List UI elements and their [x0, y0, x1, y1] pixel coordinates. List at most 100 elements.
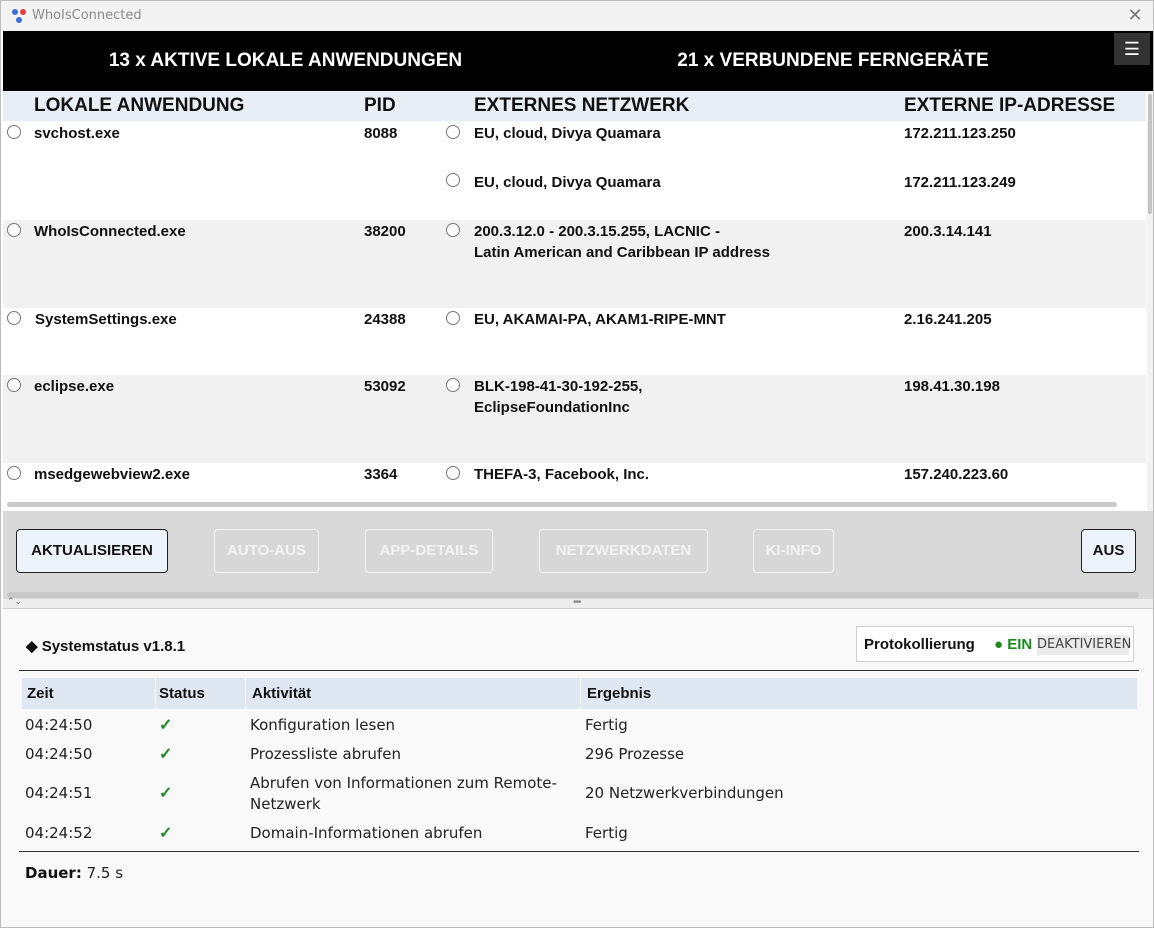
- app-details-button[interactable]: APP-DETAILS: [365, 529, 493, 573]
- external-ip: 172.211.123.249: [904, 174, 1016, 191]
- connection-select-radio[interactable]: [446, 466, 460, 480]
- table-row[interactable]: eclipse.exe 53092 BLK-198-41-30-192-255,…: [3, 375, 1146, 463]
- status-title: ◆ Systemstatus v1.8.1: [26, 638, 186, 655]
- pid: 3364: [364, 466, 398, 483]
- duration-value: 7.5 s: [86, 864, 124, 882]
- log-result: Fertig: [585, 824, 628, 842]
- external-network-line2: Latin American and Caribbean IP address: [474, 244, 770, 261]
- log-activity: Prozessliste abrufen: [250, 745, 401, 763]
- log-column-activity: Aktivität: [252, 685, 312, 702]
- connection-select-radio[interactable]: [446, 223, 460, 237]
- pid: 53092: [364, 378, 406, 395]
- column-header-network[interactable]: EXTERNES NETZWERK: [474, 95, 689, 117]
- logging-control: Protokollierung ● EIN DEAKTIVIEREN: [856, 626, 1134, 662]
- external-ip: 2.16.241.205: [904, 311, 992, 328]
- external-network: BLK-198-41-30-192-255,: [474, 378, 643, 395]
- app-name: WhoIsConnected.exe: [34, 223, 186, 240]
- horizontal-scrollbar[interactable]: [7, 502, 1117, 507]
- column-header-pid[interactable]: PID: [364, 95, 396, 117]
- log-column-time: Zeit: [27, 685, 54, 702]
- action-toolbar: AKTUALISIEREN AUTO-AUS APP-DETAILS NETZW…: [3, 511, 1153, 599]
- log-activity: Abrufen von Informationen zum Remote-: [250, 774, 557, 792]
- vertical-scrollbar-thumb[interactable]: [1148, 94, 1152, 214]
- external-network: EU, cloud, Divya Quamara: [474, 174, 661, 191]
- vertical-scrollbar[interactable]: [1147, 91, 1153, 511]
- duration-readout: Dauer: 7.5 s: [25, 864, 123, 882]
- row-select-radio[interactable]: [7, 378, 21, 392]
- pid: 8088: [364, 125, 398, 142]
- success-check-icon: ✓: [159, 717, 173, 734]
- app-name: SystemSettings.exe: [35, 311, 177, 328]
- log-result: Fertig: [585, 716, 628, 734]
- menu-icon[interactable]: ☰: [1114, 33, 1150, 65]
- row-select-radio[interactable]: [7, 466, 21, 480]
- log-time: 04:24:51: [25, 784, 93, 802]
- external-network: EU, cloud, Divya Quamara: [474, 125, 661, 142]
- log-column-status: Status: [159, 685, 205, 702]
- row-select-radio[interactable]: [7, 125, 21, 139]
- collapse-arrows-icon[interactable]: ⌃⌄: [7, 596, 22, 607]
- app-name: svchost.exe: [34, 125, 120, 142]
- pid: 24388: [364, 311, 406, 328]
- table-row[interactable]: WhoIsConnected.exe 38200 200.3.12.0 - 20…: [3, 220, 1146, 308]
- splitter-grip-icon[interactable]: •••: [573, 597, 581, 608]
- external-ip: 157.240.223.60: [904, 466, 1009, 483]
- title-bar: WhoIsConnected ✕: [1, 1, 1153, 31]
- divider: [155, 678, 156, 709]
- external-network: EU, AKAMAI-PA, AKAM1-RIPE-MNT: [474, 311, 726, 328]
- log-result: 296 Prozesse: [585, 745, 685, 763]
- logging-state-badge: ● EIN: [994, 636, 1033, 653]
- window-title: WhoIsConnected: [32, 8, 142, 23]
- column-header-ip[interactable]: EXTERNE IP-ADRESSE: [904, 95, 1115, 117]
- ai-info-button[interactable]: KI-INFO: [753, 529, 834, 573]
- divider: [580, 678, 581, 709]
- connection-select-radio[interactable]: [446, 311, 460, 325]
- off-button[interactable]: AUS: [1081, 529, 1136, 573]
- network-data-button[interactable]: NETZWERKDATEN: [539, 529, 708, 573]
- external-network: 200.3.12.0 - 200.3.15.255, LACNIC -: [474, 223, 720, 240]
- status-title-text: Systemstatus v1.8.1: [41, 638, 186, 655]
- divider: [19, 670, 1139, 671]
- auto-off-button[interactable]: AUTO-AUS: [214, 529, 319, 573]
- divider: [19, 851, 1139, 852]
- connection-select-radio[interactable]: [446, 125, 460, 139]
- logging-toggle-button[interactable]: DEAKTIVIEREN: [1037, 635, 1131, 655]
- local-apps-count[interactable]: 13 x AKTIVE LOKALE ANWENDUNGEN: [3, 31, 568, 91]
- log-activity-line2: Netzwerk: [250, 795, 321, 813]
- logging-label: Protokollierung: [864, 636, 975, 653]
- external-ip: 172.211.123.250: [904, 125, 1016, 142]
- row-select-radio[interactable]: [7, 311, 21, 325]
- success-check-icon: ✓: [159, 825, 173, 842]
- external-ip: 198.41.30.198: [904, 378, 1000, 395]
- duration-label: Dauer:: [25, 864, 82, 882]
- row-select-radio[interactable]: [7, 223, 21, 237]
- connection-select-radio[interactable]: [446, 173, 460, 187]
- remote-devices-count[interactable]: 21 x VERBUNDENE FERNGERÄTE: [568, 31, 1098, 91]
- app-logo-icon: [11, 8, 27, 24]
- log-column-result: Ergebnis: [587, 685, 652, 702]
- divider: [245, 678, 246, 709]
- connection-select-radio[interactable]: [446, 378, 460, 392]
- log-time: 04:24:50: [25, 716, 93, 734]
- pid: 38200: [364, 223, 406, 240]
- log-time: 04:24:50: [25, 745, 93, 763]
- table-row[interactable]: svchost.exe 8088 EU, cloud, Divya Quamar…: [3, 121, 1146, 220]
- log-time: 04:24:52: [25, 824, 93, 842]
- close-icon[interactable]: ✕: [1125, 5, 1145, 25]
- summary-header: 13 x AKTIVE LOKALE ANWENDUNGEN 21 x VERB…: [3, 31, 1153, 91]
- system-status-panel: ◆ Systemstatus v1.8.1 Protokollierung ● …: [3, 609, 1153, 927]
- app-name: eclipse.exe: [34, 378, 115, 395]
- panel-splitter[interactable]: ⌃⌄ •••: [3, 596, 1153, 609]
- success-check-icon: ✓: [159, 746, 173, 763]
- refresh-button[interactable]: AKTUALISIEREN: [16, 529, 168, 573]
- log-activity: Konfiguration lesen: [250, 716, 396, 734]
- table-row[interactable]: msedgewebview2.exe 3364 THEFA-3, Faceboo…: [3, 463, 1146, 503]
- column-header-app[interactable]: LOKALE ANWENDUNG: [34, 95, 244, 117]
- external-network-line2: EclipseFoundationInc: [474, 399, 630, 416]
- app-name: msedgewebview2.exe: [34, 466, 190, 483]
- table-header: LOKALE ANWENDUNG PID EXTERNES NETZWERK E…: [3, 91, 1146, 121]
- connections-table: LOKALE ANWENDUNG PID EXTERNES NETZWERK E…: [3, 91, 1153, 511]
- table-row[interactable]: SystemSettings.exe 24388 EU, AKAMAI-PA, …: [3, 308, 1146, 375]
- log-result: 20 Netzwerkverbindungen: [585, 784, 784, 802]
- log-activity: Domain-Informationen abrufen: [250, 824, 483, 842]
